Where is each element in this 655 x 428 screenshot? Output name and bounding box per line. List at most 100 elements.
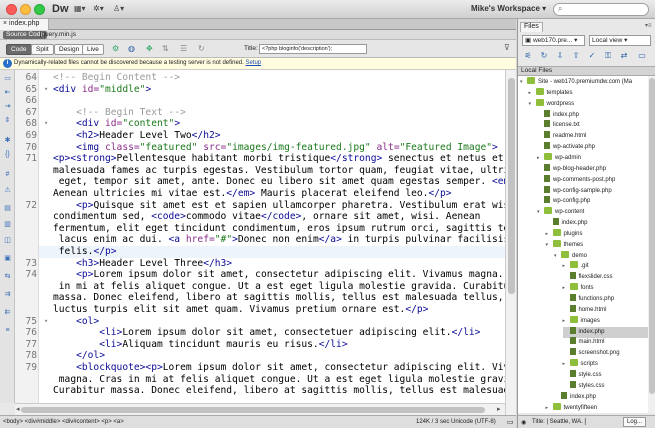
- tree-folder[interactable]: ▸ templates: [529, 87, 649, 99]
- tree-file[interactable]: functions.php: [563, 294, 649, 305]
- expand-toggle-icon[interactable]: ▾: [537, 207, 544, 218]
- expand-toggle-icon[interactable]: ▸: [529, 88, 536, 99]
- zoom-window-button[interactable]: [34, 4, 45, 15]
- collapse-selection-icon[interactable]: ⇥: [3, 102, 12, 111]
- check-in-icon[interactable]: ⚿: [602, 50, 614, 62]
- code-line[interactable]: condimentum sed, <code>commodo vitae</co…: [53, 211, 480, 223]
- tree-folder[interactable]: ▸ wp-admin: [537, 152, 648, 164]
- tree-file[interactable]: styles.css: [563, 380, 649, 392]
- expand-toggle-icon[interactable]: ▸: [563, 261, 570, 272]
- code-line[interactable]: <h2>Header Level Two</h2>: [53, 130, 220, 142]
- expand-toggle-icon[interactable]: ▾: [554, 251, 561, 262]
- remove-comment-icon[interactable]: ▥: [3, 220, 12, 229]
- inspect-icon[interactable]: ⚙: [112, 44, 119, 53]
- tree-folder[interactable]: ▸ .git: [563, 261, 649, 272]
- expand-toggle-icon[interactable]: ▾: [529, 99, 536, 110]
- tree-file[interactable]: wp-activate.php: [537, 142, 648, 153]
- tree-folder[interactable]: ▾ wp-content: [537, 207, 648, 218]
- design-view-button[interactable]: Design: [54, 44, 85, 55]
- select-parent-tag-icon[interactable]: ✱: [3, 136, 12, 145]
- indent-code-icon[interactable]: ⇉: [3, 290, 12, 299]
- wrap-tag-icon[interactable]: ◫: [3, 236, 12, 245]
- expand-toggle-icon[interactable]: ▸: [546, 229, 553, 240]
- tree-file[interactable]: flexslider.css: [563, 272, 649, 283]
- move-css-icon[interactable]: ⇆: [3, 272, 12, 281]
- site-select[interactable]: ▣ web170.pre... ▾: [522, 35, 585, 46]
- tree-folder[interactable]: ▾ Site - web170.premiumdw.com (Ma: [520, 77, 648, 88]
- split-view-button[interactable]: Split: [31, 44, 54, 55]
- filter-icon[interactable]: ⊽: [504, 43, 510, 52]
- live-view-button[interactable]: Live: [82, 44, 104, 55]
- panel-menu-icon[interactable]: ▾≡: [645, 22, 652, 29]
- expand-toggle-icon[interactable]: ▾: [546, 240, 553, 251]
- expand-toggle-icon[interactable]: ▾: [520, 77, 527, 88]
- fold-toggle-icon[interactable]: ▾: [44, 118, 50, 130]
- tree-file[interactable]: screenshot.png: [563, 348, 649, 359]
- code-line[interactable]: <div id="content">: [53, 118, 180, 130]
- tree-file[interactable]: style.css: [563, 369, 649, 381]
- format-source-icon[interactable]: ≡: [3, 326, 12, 335]
- code-line[interactable]: <p>Lorem ipsum dolor sit amet, consectet…: [53, 269, 505, 281]
- scroll-thumb[interactable]: [508, 78, 515, 294]
- preview-icon[interactable]: ✥: [146, 44, 153, 53]
- tree-file[interactable]: wp-blog-header.php: [537, 163, 648, 175]
- tree-file[interactable]: wp-config-sample.php: [537, 185, 648, 197]
- tab-index-php[interactable]: × index.php: [0, 19, 49, 30]
- related-file-jquery[interactable]: jquery.min.js: [40, 31, 76, 39]
- workspace-switcher[interactable]: Mike's Workspace ▾: [471, 4, 546, 13]
- tree-folder[interactable]: ▸ scripts: [563, 359, 649, 370]
- title-field[interactable]: <?php bloginfo('description');: [259, 44, 367, 54]
- setup-link[interactable]: Setup: [245, 60, 261, 66]
- recent-snippets-icon[interactable]: ▣: [3, 254, 12, 263]
- code-view-button[interactable]: Code: [6, 44, 32, 55]
- tab-files[interactable]: Files: [520, 22, 543, 32]
- expand-all-icon[interactable]: ⇕: [3, 116, 12, 125]
- connect-icon[interactable]: ⚟: [522, 50, 534, 62]
- code-line[interactable]: malesuada fames ac turpis egestas. Vesti…: [53, 165, 505, 177]
- gear-icon[interactable]: ✲▾: [93, 4, 111, 15]
- put-files-icon[interactable]: ⇧: [570, 50, 582, 62]
- code-line[interactable]: <div id="middle">: [53, 84, 151, 96]
- editor-horizontal-scrollbar[interactable]: ◂ ▸: [15, 403, 505, 415]
- code-line[interactable]: felis.</p>: [53, 246, 117, 258]
- tag-selector[interactable]: <body> <div#middle> <div#content> <p> <a…: [3, 419, 124, 425]
- collapse-full-tag-icon[interactable]: ⇤: [3, 88, 12, 97]
- tree-file[interactable]: index.php: [537, 109, 648, 121]
- balance-braces-icon[interactable]: {}: [3, 150, 12, 159]
- code-line[interactable]: massa. Donec eleifend, libero at sagitti…: [53, 292, 505, 304]
- code-line[interactable]: <p><strong>Pellentesque habitant morbi t…: [53, 153, 504, 165]
- log-button[interactable]: Log...: [623, 417, 647, 427]
- scroll-left-icon[interactable]: ◂: [16, 405, 20, 413]
- tree-file[interactable]: license.txt: [537, 120, 648, 131]
- code-line[interactable]: luctus turpis elit sit amet quam. Vivamu…: [53, 304, 428, 316]
- code-line[interactable]: Aenean ultricies mi vitae est.</em> Maur…: [53, 188, 452, 200]
- code-line[interactable]: in mi at felis aliquet congue. Ut a est …: [53, 281, 505, 293]
- code-line[interactable]: eget, tempor sit amet, ante. Donec eu li…: [53, 176, 505, 188]
- visual-aids-icon[interactable]: ☰: [180, 44, 187, 53]
- code-line[interactable]: <img class="featured" src="images/img-fe…: [53, 142, 498, 154]
- code-editor[interactable]: 64 <!-- Begin Content --> 65 ▾ <div id="midd…: [15, 70, 505, 403]
- expand-toggle-icon[interactable]: ▸: [563, 316, 570, 327]
- scroll-right-icon[interactable]: ▸: [497, 405, 501, 413]
- tree-file[interactable]: index.php: [554, 391, 648, 403]
- scroll-thumb[interactable]: [21, 407, 485, 413]
- expand-toggle-icon[interactable]: ▸: [563, 359, 570, 370]
- file-tree[interactable]: ▾ Site - web170.premiumdw.com (Ma ▸ templat…: [518, 76, 648, 413]
- view-select[interactable]: Local view ▾: [589, 35, 651, 46]
- code-line[interactable]: </ol>: [53, 350, 105, 362]
- outdent-code-icon[interactable]: ⇇: [3, 308, 12, 317]
- sync-icon[interactable]: ⇄: [618, 50, 630, 62]
- fold-toggle-icon[interactable]: ▾: [44, 316, 50, 328]
- expand-toggle-icon[interactable]: ▸: [563, 283, 570, 294]
- tree-folder[interactable]: ▸ twentyfifteen: [546, 402, 649, 414]
- tree-folder[interactable]: ▾ wordpress: [529, 98, 649, 110]
- refresh-icon[interactable]: ↻: [198, 44, 205, 53]
- minimize-window-button[interactable]: [20, 4, 31, 15]
- layout-menu-icon[interactable]: ▦▾: [74, 4, 92, 15]
- expand-toggle-icon[interactable]: ▸: [537, 153, 544, 164]
- code-line[interactable]: <ol>: [53, 316, 99, 328]
- file-management-icon[interactable]: ⇅: [162, 44, 169, 53]
- code-line[interactable]: magna. Cras in mi at felis aliquet congu…: [53, 374, 505, 386]
- tree-folder[interactable]: ▾ themes: [546, 239, 649, 251]
- get-files-icon[interactable]: ⇩: [554, 50, 566, 62]
